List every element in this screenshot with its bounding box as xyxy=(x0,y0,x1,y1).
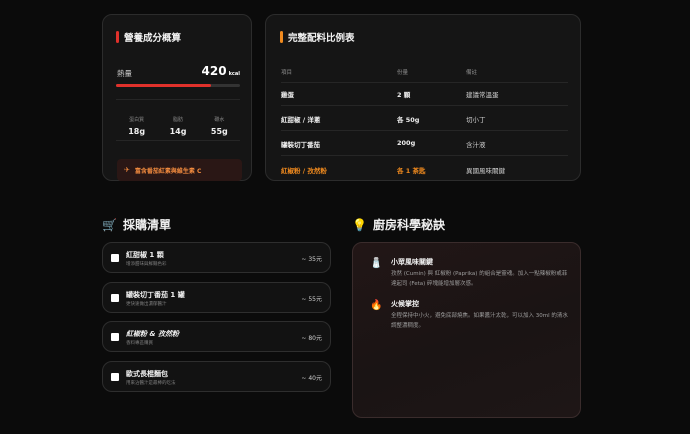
nutrition-title: 營養成分概算 xyxy=(116,30,181,44)
divider xyxy=(281,130,568,131)
cart-icon: 🛒 xyxy=(102,217,117,232)
calorie-progress-bar xyxy=(116,84,240,87)
shopping-item[interactable]: 歐式長棍麵包 用來沾醬汁是最棒的吃法 ~ 40元 xyxy=(102,361,331,392)
calorie-value: 420 kcal xyxy=(201,64,240,78)
calorie-label: 熱量 xyxy=(117,69,132,78)
ingredient-ratio-card: 完整配料比例表 項目 份量 備註 雞蛋 2 顆建議常溫蛋 紅甜椒 / 洋蔥各 50… xyxy=(265,14,581,181)
macro-carbs: 碳水 55g xyxy=(210,117,228,136)
fire-icon: 🔥 xyxy=(370,300,383,311)
macro-fat: 脂肪 14g xyxy=(169,117,187,136)
shopping-item[interactable]: 紅甜椒 1 顆 增添甜味與鮮豔色彩 ~ 35元 xyxy=(102,242,331,273)
ratio-title: 完整配料比例表 xyxy=(280,30,355,44)
salt-shaker-icon: 🧂 xyxy=(370,258,383,269)
kitchen-tips-card: 🧂 小眾風味關鍵 孜然 (Cumin) 與 紅椒粉 (Paprika) 的組合是… xyxy=(352,242,581,418)
title-accent-bar xyxy=(280,31,283,43)
shopping-item[interactable]: 紅椒粉 & 孜然粉 香料專區購買 ~ 80元 xyxy=(102,321,331,352)
item-checkbox[interactable] xyxy=(111,254,119,262)
item-checkbox[interactable] xyxy=(111,373,119,381)
nutrition-highlight-badge: ✈ 富含番茄紅素與維生素 C xyxy=(117,159,242,181)
shopping-list-heading: 🛒 採購清單 xyxy=(102,217,171,233)
item-checkbox[interactable] xyxy=(111,333,119,341)
macro-protein: 蛋白質 18g xyxy=(128,117,146,136)
kitchen-tips-heading: 💡 廚房科學秘訣 xyxy=(352,217,445,233)
calorie-progress-fill xyxy=(116,84,212,87)
macro-grid: 蛋白質 18g 脂肪 14g 碳水 55g xyxy=(116,99,240,141)
shopping-item[interactable]: 罐裝切丁番茄 1 罐 更快速做出濃郁醬汁 ~ 55元 xyxy=(102,282,331,313)
divider xyxy=(281,105,568,106)
lightbulb-icon: 💡 xyxy=(352,217,367,232)
sparkle-icon: ✈ xyxy=(124,166,130,174)
divider xyxy=(281,82,568,83)
item-checkbox[interactable] xyxy=(111,294,119,302)
divider xyxy=(281,155,568,156)
title-accent-bar xyxy=(116,31,119,43)
nutrition-card: 營養成分概算 熱量 420 kcal 蛋白質 18g 脂肪 14g 碳水 55g ✈ 富… xyxy=(102,14,252,181)
